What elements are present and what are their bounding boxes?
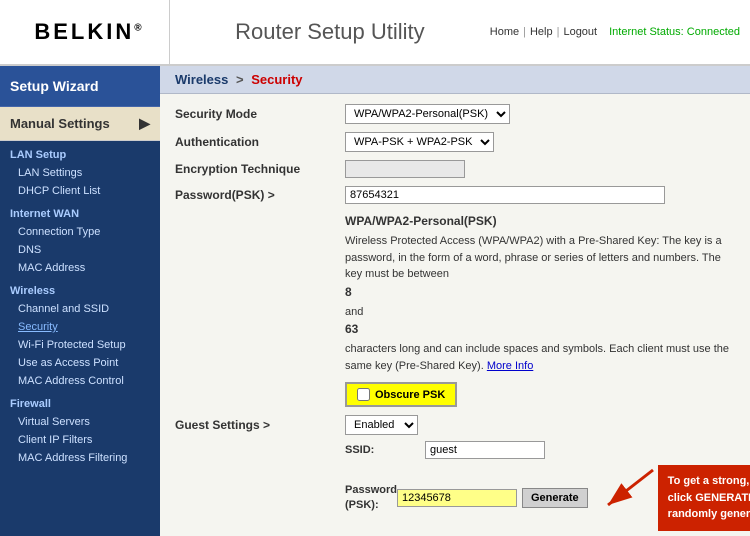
page-title: Router Setup Utility [170,19,490,45]
obscure-psk-checkbox[interactable] [357,388,370,401]
manual-settings[interactable]: Manual Settings ▶ [0,107,160,141]
sidebar-section-firewall: Firewall [0,390,160,413]
content-body: Security Mode WPA/WPA2-Personal(PSK) WPA… [160,94,750,536]
security-mode-label: Security Mode [175,107,345,121]
sidebar-item-access-point[interactable]: Use as Access Point [0,354,160,372]
logo-text: BELKIN [34,19,134,44]
sidebar-section-lan: LAN Setup [0,141,160,164]
psk-row: Password(PSK): Generate To get a strong,… [345,465,735,531]
sidebar-item-dhcp[interactable]: DHCP Client List [0,182,160,200]
password-input[interactable] [345,186,665,204]
sidebar-item-channel-ssid[interactable]: Channel and SSID [0,300,160,318]
authentication-select[interactable]: WPA-PSK + WPA2-PSK WPA-PSK WPA2-PSK [345,132,494,152]
status-value: Connected [687,26,740,38]
callout-area: To get a strong, secure password, click … [598,465,750,531]
obscure-psk-button[interactable]: Obscure PSK [345,382,457,407]
password-row: Password(PSK) > [175,186,735,204]
guest-label: Guest Settings > [175,418,345,432]
encryption-row: Encryption Technique TKIP + AES [175,160,735,178]
breadcrumb: Wireless > Security [160,66,750,94]
sidebar-item-wifi-protected[interactable]: Wi-Fi Protected Setup [0,336,160,354]
generate-button[interactable]: Generate [522,488,588,508]
header-links: Home | Help | Logout Internet Status: Co… [490,26,740,38]
main-layout: Setup Wizard Manual Settings ▶ LAN Setup… [0,66,750,536]
setup-wizard[interactable]: Setup Wizard [0,66,160,107]
sidebar: Setup Wizard Manual Settings ▶ LAN Setup… [0,66,160,536]
encryption-control: TKIP + AES [345,160,735,178]
encryption-input: TKIP + AES [345,160,465,178]
psk-input[interactable] [397,489,517,507]
logo-area: BELKIN® [10,0,170,64]
sidebar-item-security[interactable]: Security [0,318,160,336]
sidebar-item-mac-control[interactable]: MAC Address Control [0,372,160,390]
obscure-psk-row: Obscure PSK [175,382,735,407]
home-link[interactable]: Home [490,26,519,38]
sidebar-section-wireless: Wireless [0,277,160,300]
security-mode-row: Security Mode WPA/WPA2-Personal(PSK) WPA… [175,104,735,124]
sidebar-item-connection-type[interactable]: Connection Type [0,223,160,241]
security-mode-control: WPA/WPA2-Personal(PSK) WPA-Personal(PSK)… [345,104,735,124]
more-info-link[interactable]: More Info [487,360,533,372]
authentication-label: Authentication [175,135,345,149]
callout-box: To get a strong, secure password, click … [658,465,750,531]
sidebar-section-wan: Internet WAN [0,200,160,223]
logo-reg: ® [134,23,144,34]
ssid-label: SSID: [345,444,425,456]
password-control [345,186,735,204]
sidebar-item-dns[interactable]: DNS [0,241,160,259]
sidebar-item-lan-settings[interactable]: LAN Settings [0,164,160,182]
sidebar-item-mac-address[interactable]: MAC Address [0,259,160,277]
security-mode-select[interactable]: WPA/WPA2-Personal(PSK) WPA-Personal(PSK)… [345,104,510,124]
arrow-icon: ▶ [139,115,150,132]
password-label: Password(PSK) > [175,188,345,202]
encryption-label: Encryption Technique [175,162,345,176]
ssid-row: SSID: [345,441,735,459]
authentication-control: WPA-PSK + WPA2-PSK WPA-PSK WPA2-PSK [345,132,735,152]
logo: BELKIN® [34,19,144,45]
content-area: Wireless > Security Security Mode WPA/WP… [160,66,750,536]
ssid-input[interactable] [425,441,545,459]
sidebar-item-client-ip[interactable]: Client IP Filters [0,431,160,449]
psk-label: Password(PSK): [345,483,397,512]
help-link[interactable]: Help [530,26,553,38]
sidebar-item-mac-filtering[interactable]: MAC Address Filtering [0,449,160,467]
internet-status: Internet Status: Connected [609,26,740,38]
logout-link[interactable]: Logout [563,26,597,38]
arrow-svg [598,465,658,515]
authentication-row: Authentication WPA-PSK + WPA2-PSK WPA-PS… [175,132,735,152]
guest-select[interactable]: Enabled Disabled [345,415,418,435]
info-box: WPA/WPA2-Personal(PSK) Wireless Protecte… [345,212,735,374]
guest-settings-row: Guest Settings > Enabled Disabled [175,415,735,435]
header: BELKIN® Router Setup Utility Home | Help… [0,0,750,66]
sidebar-item-virtual-servers[interactable]: Virtual Servers [0,413,160,431]
